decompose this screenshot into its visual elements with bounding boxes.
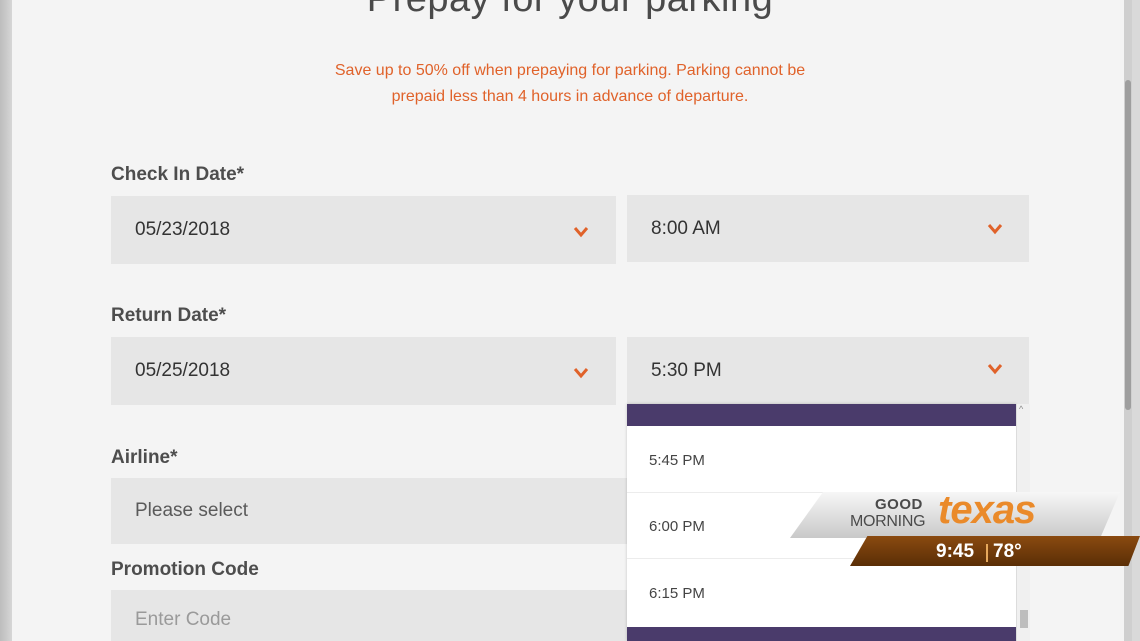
check-in-time-select[interactable]: 8:00 AM — [627, 195, 1029, 262]
bug-time: 9:45 — [936, 541, 975, 562]
chevron-down-icon — [573, 368, 589, 379]
dropdown-scrollbar-thumb[interactable] — [1020, 610, 1028, 628]
check-in-date-value: 05/23/2018 — [135, 219, 231, 240]
bug-temperature: 78° — [993, 541, 1022, 562]
promotion-code-placeholder: Enter Code — [135, 609, 232, 630]
notice-line-2: prepaid less than 4 hours in advance of … — [391, 88, 749, 105]
check-in-date-select[interactable]: 05/23/2018 — [111, 196, 616, 264]
bug-brand: texas — [938, 488, 1036, 532]
check-in-time-value: 8:00 AM — [651, 217, 721, 239]
bug-morning: MORNING — [850, 513, 926, 530]
chevron-down-icon — [573, 227, 589, 238]
return-date-select[interactable]: 05/25/2018 — [111, 337, 616, 405]
return-time-select[interactable]: 5:30 PM — [627, 337, 1029, 404]
return-date-value: 05/25/2018 — [135, 360, 231, 381]
return-label: Return Date* — [111, 305, 227, 326]
dropdown-highlight-bar — [627, 627, 1016, 641]
bug-divider — [986, 544, 988, 562]
time-option-615[interactable]: 6:15 PM — [649, 585, 705, 602]
prepay-notice: Save up to 50% off when prepaying for pa… — [0, 58, 1140, 110]
promotion-code-label: Promotion Code — [111, 559, 259, 580]
page-title: Prepay for your parking — [0, 0, 1140, 21]
chevron-down-icon — [987, 364, 1003, 375]
chevron-down-icon — [987, 224, 1003, 235]
dropdown-highlight-bar — [627, 404, 1016, 426]
check-in-label: Check In Date* — [111, 164, 245, 185]
airline-select[interactable]: Please select — [111, 478, 627, 544]
notice-line-1: Save up to 50% off when prepaying for pa… — [334, 62, 806, 79]
bug-good: GOOD — [875, 496, 923, 513]
time-option-600[interactable]: 6:00 PM — [649, 518, 705, 535]
time-option-545[interactable]: 5:45 PM — [649, 452, 705, 469]
promotion-code-input[interactable]: Enter Code — [111, 590, 627, 641]
airline-label: Airline* — [111, 447, 178, 468]
tv-station-bug: GOOD MORNING texas 9:45 78° — [790, 488, 1140, 570]
return-time-value: 5:30 PM — [651, 359, 722, 381]
airline-placeholder: Please select — [135, 500, 249, 521]
scroll-up-icon[interactable]: ^ — [1019, 404, 1023, 414]
page-scrollbar-thumb[interactable] — [1125, 80, 1131, 410]
